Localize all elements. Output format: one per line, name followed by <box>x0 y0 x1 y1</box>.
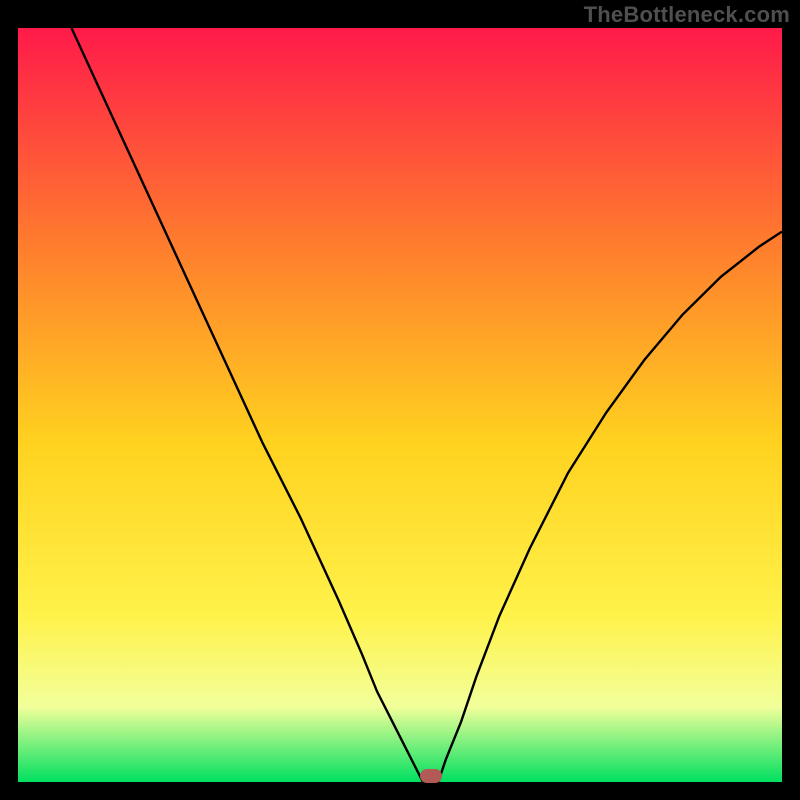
plot-area <box>18 28 782 782</box>
watermark-text: TheBottleneck.com <box>584 2 790 28</box>
chart-frame: TheBottleneck.com <box>0 0 800 800</box>
gradient-background <box>18 28 782 782</box>
chart-svg <box>18 28 782 782</box>
optimal-point-marker <box>420 769 442 783</box>
